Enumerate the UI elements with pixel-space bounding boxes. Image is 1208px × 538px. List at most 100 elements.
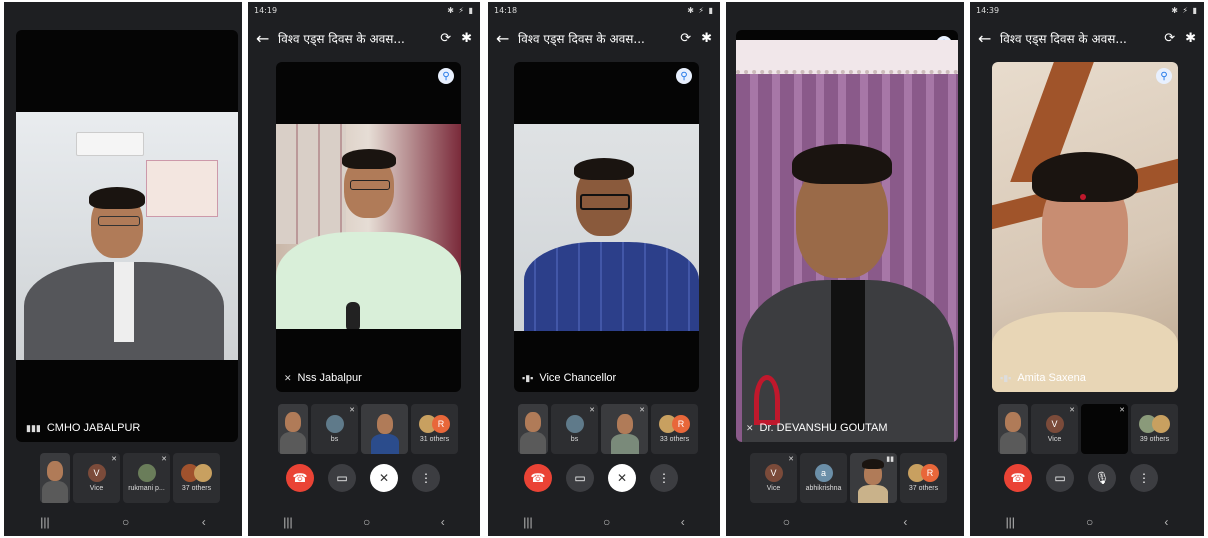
avatar: V (87, 464, 106, 482)
others-thumb[interactable]: R 37 others (900, 453, 947, 503)
speaker-name: Amita Saxena (1017, 372, 1086, 384)
more-options-button[interactable]: ⋮ (650, 464, 678, 492)
avatar (325, 415, 344, 433)
main-video-tile[interactable]: ⚲ ✕ Dr. DEVANSHU GOUTAM (736, 30, 958, 442)
others-thumb[interactable]: 39 others (1131, 404, 1178, 454)
recents-icon[interactable]: ||| (40, 515, 49, 529)
meet-screen-2: 14:19 ✱ ⚡ ▮ ← विश्व एड्स दिवस के अवस... … (248, 2, 480, 536)
others-thumb[interactable]: R 31 others (411, 404, 458, 454)
back-nav-icon[interactable]: ‹ (903, 515, 907, 529)
meet-screen-5: 14:39 ✱ ⚡ ▮ ← विश्व एड्स दिवस के अवस... … (970, 2, 1204, 536)
back-arrow-icon[interactable]: ← (496, 29, 518, 48)
participant-name-label: ✕ Dr. DEVANSHU GOUTAM (746, 422, 887, 434)
avatar: R (921, 464, 939, 482)
back-nav-icon[interactable]: ‹ (202, 515, 206, 529)
mic-toggle-button[interactable]: ✕ (370, 464, 398, 492)
call-controls: ☎ ▭ ✕ ⋮ (524, 464, 678, 492)
android-nav-bar: ||| ○ ‹ (4, 508, 242, 536)
recents-icon[interactable]: ||| (523, 515, 532, 529)
back-nav-icon[interactable]: ‹ (681, 515, 685, 529)
mic-off-icon: ✕ (1069, 407, 1075, 414)
home-icon[interactable]: ○ (122, 515, 129, 529)
participant-strip: ✕ V Vice ✕ rukmani p... 37 others (40, 453, 220, 503)
participant-strip: ✕ bs ✕ R 33 others (518, 404, 698, 454)
end-call-button[interactable]: ☎ (1004, 464, 1032, 492)
meeting-title[interactable]: विश्व एड्स दिवस के अवस... (1000, 30, 1154, 47)
participant-thumb[interactable]: ✕ (1081, 404, 1128, 454)
meeting-topbar: ← विश्व एड्स दिवस के अवस... ⟳ ✱ (488, 22, 720, 54)
status-bar: 14:39 ✱ ⚡ ▮ (970, 2, 1204, 18)
home-icon[interactable]: ○ (783, 515, 790, 529)
android-nav-bar: ○ ‹ (726, 508, 964, 536)
mic-off-icon: ✕ (639, 407, 645, 414)
more-options-button[interactable]: ⋮ (412, 464, 440, 492)
recents-icon[interactable]: ||| (283, 515, 292, 529)
participant-thumb[interactable]: ✕ V Vice (73, 453, 120, 503)
participant-name-label: ▪▮▪ Amita Saxena (1000, 372, 1086, 384)
more-options-button[interactable]: ⋮ (1130, 464, 1158, 492)
main-video-tile[interactable]: ⚲ ▪▮▪ Amita Saxena (992, 62, 1178, 392)
participant-thumb[interactable]: ✕ (601, 404, 648, 454)
participant-thumb[interactable] (361, 404, 408, 454)
camera-button[interactable]: ▭ (1046, 464, 1074, 492)
recents-icon[interactable]: ||| (1006, 515, 1015, 529)
pin-icon[interactable]: ⚲ (676, 68, 692, 84)
bluetooth-icon[interactable]: ✱ (461, 31, 472, 46)
main-video-tile[interactable]: ⚲ ▪▮▪ Vice Chancellor (514, 62, 699, 392)
mic-toggle-button[interactable]: ✕ (608, 464, 636, 492)
camera-button[interactable]: ▭ (328, 464, 356, 492)
participant-thumb[interactable] (40, 453, 70, 503)
speaker-name: CMHO JABALPUR (46, 422, 141, 434)
participant-thumb[interactable]: ✕ V Vice (1031, 404, 1078, 454)
avatar (1152, 415, 1170, 433)
participant-thumb[interactable]: a abhikrishna (800, 453, 847, 503)
back-arrow-icon[interactable]: ← (978, 29, 1000, 48)
meeting-title[interactable]: विश्व एड्स दिवस के अवस... (278, 30, 430, 47)
back-nav-icon[interactable]: ‹ (441, 515, 445, 529)
main-video-tile[interactable]: ⚲ ✕ Nss Jabalpur (276, 62, 461, 392)
participant-thumb[interactable]: ▮▮ (850, 453, 897, 503)
bluetooth-icon[interactable]: ✱ (701, 31, 712, 46)
participant-thumb[interactable] (518, 404, 548, 454)
others-thumb[interactable]: 37 others (173, 453, 220, 503)
end-call-button[interactable]: ☎ (524, 464, 552, 492)
main-video-tile[interactable]: ▮▮▮ CMHO JABALPUR (16, 30, 238, 442)
participant-thumb[interactable] (998, 404, 1028, 454)
switch-camera-icon[interactable]: ⟳ (1164, 31, 1175, 46)
speaker-name: Vice Chancellor (539, 372, 617, 384)
switch-camera-icon[interactable]: ⟳ (440, 31, 451, 46)
status-icons: ✱ ⚡ ▮ (687, 5, 714, 15)
back-nav-icon[interactable]: ‹ (1164, 515, 1168, 529)
status-time: 14:18 (494, 5, 518, 15)
participant-thumb[interactable]: ✕ rukmani p... (123, 453, 170, 503)
meeting-topbar: ← विश्व एड्स दिवस के अवस... ⟳ ✱ (970, 22, 1204, 54)
participant-name-label: ✕ Nss Jabalpur (284, 372, 362, 384)
participant-thumb[interactable] (278, 404, 308, 454)
pin-icon[interactable]: ⚲ (1156, 68, 1172, 84)
home-icon[interactable]: ○ (1086, 515, 1093, 529)
avatar (194, 464, 212, 482)
meeting-title[interactable]: विश्व एड्स दिवस के अवस... (518, 30, 670, 47)
audio-level-icon: ▪▮▪ (522, 372, 534, 383)
speaker-name: Nss Jabalpur (297, 372, 362, 384)
mic-button[interactable]: 🎙 (1088, 464, 1116, 492)
pin-icon[interactable]: ⚲ (438, 68, 454, 84)
home-icon[interactable]: ○ (603, 515, 610, 529)
status-time: 14:19 (254, 5, 278, 15)
avatar: V (764, 464, 783, 482)
others-thumb[interactable]: R 33 others (651, 404, 698, 454)
android-nav-bar: ||| ○ ‹ (970, 508, 1204, 536)
participant-thumb[interactable]: ✕ bs (551, 404, 598, 454)
participant-thumb[interactable]: ✕ V Vice (750, 453, 797, 503)
avatar (565, 415, 584, 433)
participant-strip: ✕ V Vice ✕ 39 others (998, 404, 1178, 454)
end-call-button[interactable]: ☎ (286, 464, 314, 492)
back-arrow-icon[interactable]: ← (256, 29, 278, 48)
participant-thumb[interactable]: ✕ bs (311, 404, 358, 454)
switch-camera-icon[interactable]: ⟳ (680, 31, 691, 46)
mic-off-icon: ✕ (746, 422, 754, 433)
home-icon[interactable]: ○ (363, 515, 370, 529)
mic-off-icon: ✕ (589, 407, 595, 414)
camera-button[interactable]: ▭ (566, 464, 594, 492)
bluetooth-icon[interactable]: ✱ (1185, 31, 1196, 46)
